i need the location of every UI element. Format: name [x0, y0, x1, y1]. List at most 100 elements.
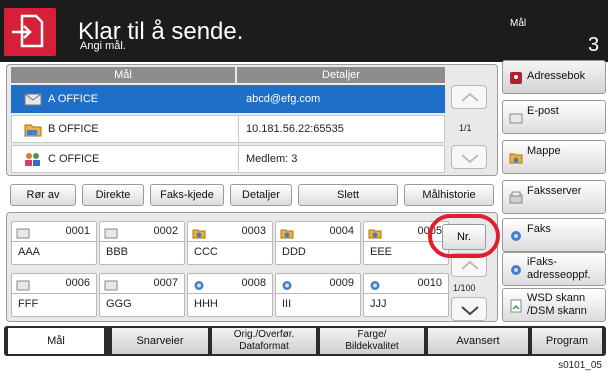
key-name: III — [282, 298, 292, 310]
key-divider — [276, 293, 360, 294]
destination-row[interactable]: B OFFICE 10.181.56.22:65535 — [11, 115, 445, 143]
destination-name: A OFFICE — [48, 93, 99, 105]
destination-list: Mål Detaljer A OFFICE abcd@efg.com B OFF… — [6, 64, 498, 176]
chevron-up-icon — [452, 92, 488, 114]
key-number: 0009 — [329, 277, 354, 289]
key-name: FFF — [18, 298, 39, 310]
fax-icon — [280, 278, 294, 290]
key-number: 0007 — [153, 277, 178, 289]
folder-icon — [24, 122, 42, 137]
key-name: CCC — [194, 246, 218, 258]
chevron-down-icon — [452, 306, 488, 326]
fax-button[interactable]: Faks — [502, 218, 606, 252]
status-subtitle: Angi mål. — [80, 40, 126, 52]
email-icon — [104, 278, 118, 291]
header-bar: Klar til å sende. Angi mål. Mål 3 — [0, 0, 608, 62]
email-label: E-post — [527, 105, 559, 117]
tab-orig-label-line2: Dataformat — [239, 341, 289, 352]
history-button[interactable]: Målhistorie — [404, 184, 494, 206]
address-book-button[interactable]: Adressebok — [502, 60, 606, 94]
wsd-scan-icon — [509, 299, 523, 313]
highlight-ring — [428, 214, 500, 258]
one-touch-key[interactable]: 0010 JJJ — [363, 273, 449, 317]
list-scroll-down-button[interactable] — [451, 145, 487, 169]
fax-server-icon — [509, 191, 523, 205]
wsd-label-line2: /DSM skann — [527, 305, 587, 317]
key-name: GGG — [106, 298, 132, 310]
key-divider — [100, 293, 184, 294]
one-touch-key[interactable]: 0001 AAA — [11, 221, 97, 265]
destination-detail: abcd@efg.com — [246, 93, 321, 105]
address-book-label: Adressebok — [527, 70, 586, 82]
destination-count: 3 — [588, 34, 600, 56]
wsd-scan-button[interactable]: WSD skann/DSM skann — [502, 288, 606, 322]
key-name: AAA — [18, 246, 41, 258]
fax-chain-button[interactable]: Faks-kjede — [150, 184, 224, 206]
tab-program[interactable]: Program — [532, 328, 602, 354]
tab-destination-label: Mål — [47, 335, 65, 347]
folder-icon — [509, 151, 523, 165]
key-number: 0008 — [241, 277, 266, 289]
destination-detail: 10.181.56.22:65535 — [246, 123, 344, 135]
tab-destination[interactable]: Mål — [8, 328, 104, 354]
one-touch-key[interactable]: 0002 BBB — [99, 221, 185, 265]
folder-button[interactable]: Mappe — [502, 140, 606, 174]
send-status-icon — [4, 8, 56, 56]
folder-label: Mappe — [527, 145, 561, 157]
direct-button[interactable]: Direkte — [82, 184, 144, 206]
key-scroll-down-button[interactable] — [451, 297, 487, 321]
tab-shortcuts-label: Snarveier — [136, 335, 184, 347]
email-button[interactable]: E-post — [502, 100, 606, 134]
group-icon — [24, 152, 42, 167]
email-icon — [104, 226, 118, 239]
one-touch-key[interactable]: 0003 CCC — [187, 221, 273, 265]
ifax-label-line2: adresseoppf. — [527, 269, 591, 281]
one-touch-key[interactable]: 0004 DDD — [275, 221, 361, 265]
tab-advanced[interactable]: Avansert — [428, 328, 528, 354]
key-number: 0004 — [329, 225, 354, 237]
key-name: JJJ — [370, 298, 387, 310]
tab-color-quality[interactable]: Farge/ Bildekvalitet — [320, 328, 424, 354]
key-divider — [188, 293, 272, 294]
key-divider — [188, 241, 272, 242]
fax-server-button[interactable]: Faksserver — [502, 180, 606, 214]
column-header-details: Detaljer — [237, 67, 445, 83]
folder-icon — [368, 226, 382, 239]
key-name: EEE — [370, 246, 393, 258]
key-page-indicator: 1/100 — [453, 283, 476, 293]
chevron-down-icon — [452, 154, 488, 174]
ifax-icon — [509, 263, 523, 277]
figure-code: s0101_05 — [558, 360, 602, 371]
one-touch-key[interactable]: 0007 GGG — [99, 273, 185, 317]
one-touch-key[interactable]: 0009 III — [275, 273, 361, 317]
key-divider — [12, 241, 96, 242]
destination-row[interactable]: A OFFICE abcd@efg.com — [11, 85, 445, 113]
one-touch-key[interactable]: 0006 FFF — [11, 273, 97, 317]
function-tabs: Mål Snarveier Orig./Overfør. Dataformat … — [4, 326, 606, 356]
tab-color-label-line1: Farge/ — [357, 329, 387, 340]
key-name: HHH — [194, 298, 218, 310]
destination-row[interactable]: C OFFICE Medlem: 3 — [11, 145, 445, 173]
wsd-scan-label: WSD skann/DSM skann — [527, 292, 587, 318]
fax-icon — [192, 278, 206, 290]
email-icon — [24, 92, 42, 107]
destination-name: B OFFICE — [48, 123, 99, 135]
list-scroll-up-button[interactable] — [451, 85, 487, 109]
key-name: DDD — [282, 246, 306, 258]
key-number: 0003 — [241, 225, 266, 237]
address-book-icon — [509, 71, 523, 85]
key-name: BBB — [106, 246, 129, 258]
one-touch-key[interactable]: 0008 HHH — [187, 273, 273, 317]
destination-name: C OFFICE — [48, 153, 100, 165]
ifax-address-button[interactable]: iFaks-adresseoppf. — [502, 252, 606, 286]
tab-original-transmission[interactable]: Orig./Overfør. Dataformat — [212, 328, 316, 354]
email-icon — [16, 278, 30, 291]
folder-icon — [192, 226, 206, 239]
tab-shortcuts[interactable]: Snarveier — [112, 328, 208, 354]
details-button[interactable]: Detaljer — [230, 184, 292, 206]
key-number: 0001 — [65, 225, 90, 237]
tab-color-label-line2: Bildekvalitet — [345, 341, 399, 352]
remove-button[interactable]: Rør av — [10, 184, 76, 206]
destination-detail: Medlem: 3 — [246, 153, 298, 165]
delete-button[interactable]: Slett — [298, 184, 398, 206]
